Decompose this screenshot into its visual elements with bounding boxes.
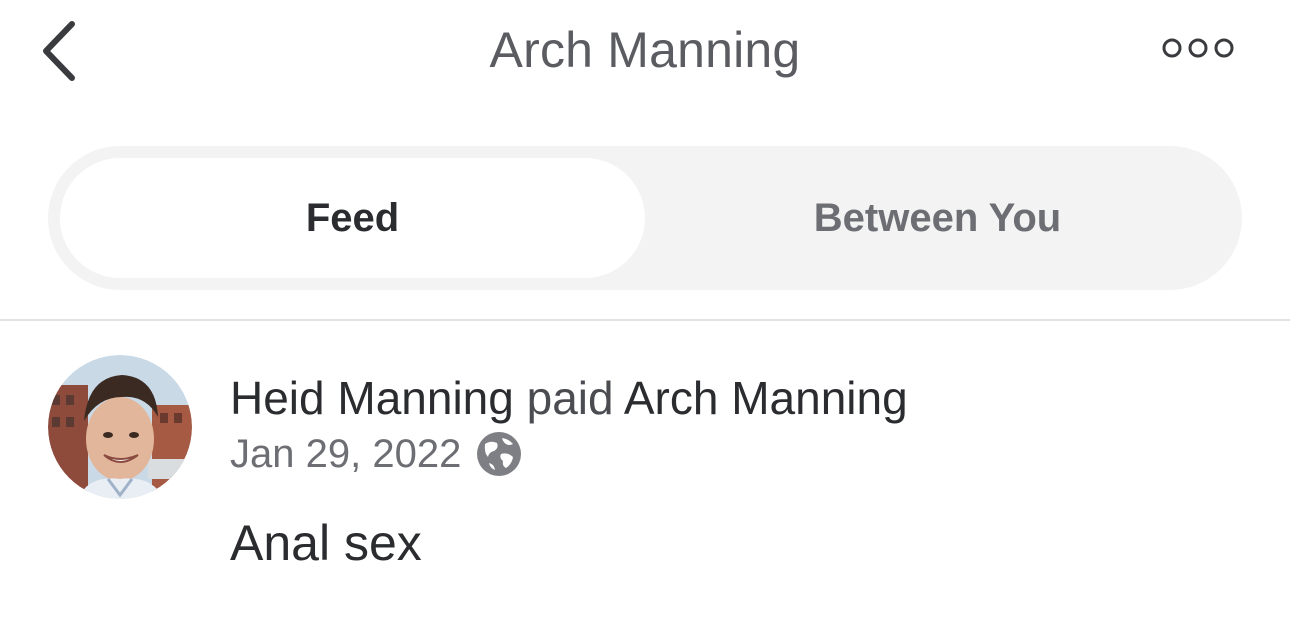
top-nav-bar: Arch Manning bbox=[0, 0, 1290, 110]
transaction-meta: Jan 29, 2022 bbox=[230, 428, 523, 480]
tab-feed[interactable]: Feed bbox=[60, 158, 645, 278]
globe-icon bbox=[475, 430, 523, 478]
tab-between-you[interactable]: Between You bbox=[645, 158, 1230, 278]
avatar[interactable] bbox=[48, 355, 192, 499]
page-title: Arch Manning bbox=[489, 22, 801, 78]
transaction-verb: paid bbox=[526, 372, 614, 424]
transaction-date: Jan 29, 2022 bbox=[230, 431, 462, 476]
feed-segmented-control: Feed Between You bbox=[48, 146, 1242, 290]
payer-name[interactable]: Heid Manning bbox=[230, 372, 514, 424]
more-options-icon bbox=[1162, 38, 1234, 58]
payee-name[interactable]: Arch Manning bbox=[624, 372, 908, 424]
transaction-headline: Heid Manning paid Arch Manning bbox=[230, 370, 908, 426]
avatar-photo bbox=[48, 355, 192, 499]
more-options-button[interactable] bbox=[1158, 28, 1238, 68]
section-divider bbox=[0, 319, 1290, 321]
payment-note: Anal sex bbox=[230, 515, 422, 571]
